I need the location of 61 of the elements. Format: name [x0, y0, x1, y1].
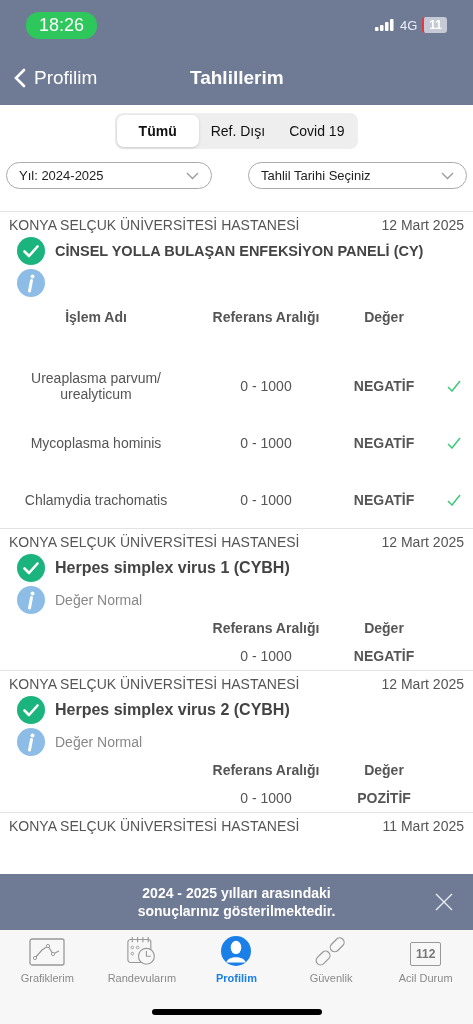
- reference-range: 0 - 1000: [239, 648, 293, 664]
- signal-icon: [374, 19, 395, 31]
- column-header: Referans Aralığı: [211, 762, 321, 778]
- check-circle-icon: [17, 237, 45, 265]
- result-value: NEGATİF: [352, 377, 416, 394]
- screen-title: Tahlillerim: [190, 66, 284, 89]
- tab-bar-item[interactable]: Güvenlik: [283, 936, 379, 984]
- info-icon[interactable]: [17, 728, 45, 756]
- test-title: Herpes simplex virus 1 (CYBH): [55, 559, 290, 577]
- hospital-name: KONYA SELÇUK ÜNİVERSİTESİ HASTANESİ: [9, 676, 300, 692]
- banner-message: 2024 - 2025 yılları arasındaki sonuçlarınız gösterilmektedir.: [136, 884, 337, 920]
- chevron-left-icon: [14, 67, 26, 88]
- result-value: POZİTİF: [356, 790, 412, 806]
- column-header: Değer: [363, 309, 405, 325]
- check-circle-icon: [17, 554, 45, 582]
- back-button[interactable]: Profilim: [0, 66, 98, 89]
- test-name: Chlamydia trachomatis: [23, 491, 169, 508]
- result-date: 12 Mart 2025: [381, 534, 464, 550]
- filter-tab[interactable]: Ref. Dışı: [198, 115, 278, 147]
- chevron-down-icon: [186, 171, 199, 180]
- hospital-name: KONYA SELÇUK ÜNİVERSİTESİ HASTANESİ: [9, 217, 300, 233]
- filter-tab[interactable]: Covid 19: [277, 115, 357, 147]
- reference-range: 0 - 1000: [239, 790, 293, 806]
- reference-range: 0 - 1000: [239, 434, 293, 451]
- result-date: 12 Mart 2025: [381, 217, 464, 233]
- emergency-code: 112: [410, 942, 442, 966]
- tab-bar-item[interactable]: 112 Acil Durum: [378, 936, 473, 984]
- check-circle-icon: [17, 696, 45, 724]
- test-title: CİNSEL YOLLA BULAŞAN ENFEKSİYON PANELİ (CY): [55, 243, 424, 259]
- result-value: NEGATİF: [352, 434, 416, 451]
- tab-bar-item[interactable]: Profilim: [189, 936, 284, 984]
- filter-tab[interactable]: Tümü: [116, 115, 199, 147]
- reference-range: 0 - 1000: [239, 377, 293, 394]
- clock-time: 18:26: [26, 11, 98, 39]
- column-header: Değer: [363, 620, 405, 636]
- result-note: Değer Normal: [55, 592, 143, 608]
- tab-bar-item[interactable]: Grafiklerim: [0, 936, 95, 984]
- result-date: 12 Mart 2025: [381, 676, 464, 692]
- close-icon[interactable]: [435, 893, 453, 911]
- line-chart-icon: [29, 938, 66, 966]
- hospital-name: KONYA SELÇUK ÜNİVERSİTESİ HASTANESİ: [9, 818, 300, 834]
- info-icon[interactable]: [17, 269, 45, 297]
- tab-bar-item[interactable]: Randevularım: [94, 936, 190, 984]
- result-date: 11 Mart 2025: [382, 818, 464, 834]
- test-name: Mycoplasma hominis: [29, 434, 163, 451]
- column-header: Referans Aralığı: [211, 309, 321, 325]
- hospital-name: KONYA SELÇUK ÜNİVERSİTESİ HASTANESİ: [9, 534, 300, 550]
- network-label: 4G: [399, 17, 418, 33]
- column-header: İşlem Adı: [64, 309, 128, 325]
- result-value: NEGATİF: [352, 648, 416, 664]
- test-name: Ureaplasma parvum/ urealyticum: [30, 369, 162, 402]
- reference-range: 0 - 1000: [239, 491, 293, 508]
- column-header: Referans Aralığı: [211, 620, 321, 636]
- result-note: Değer Normal: [55, 734, 143, 750]
- profile-icon: [219, 936, 254, 966]
- result-value: NEGATİF: [352, 491, 416, 508]
- chevron-down-icon: [441, 171, 454, 180]
- column-header: Değer: [363, 762, 405, 778]
- info-icon[interactable]: [17, 586, 45, 614]
- test-title: Herpes simplex virus 2 (CYBH): [55, 701, 290, 719]
- battery-level: 11: [422, 17, 447, 33]
